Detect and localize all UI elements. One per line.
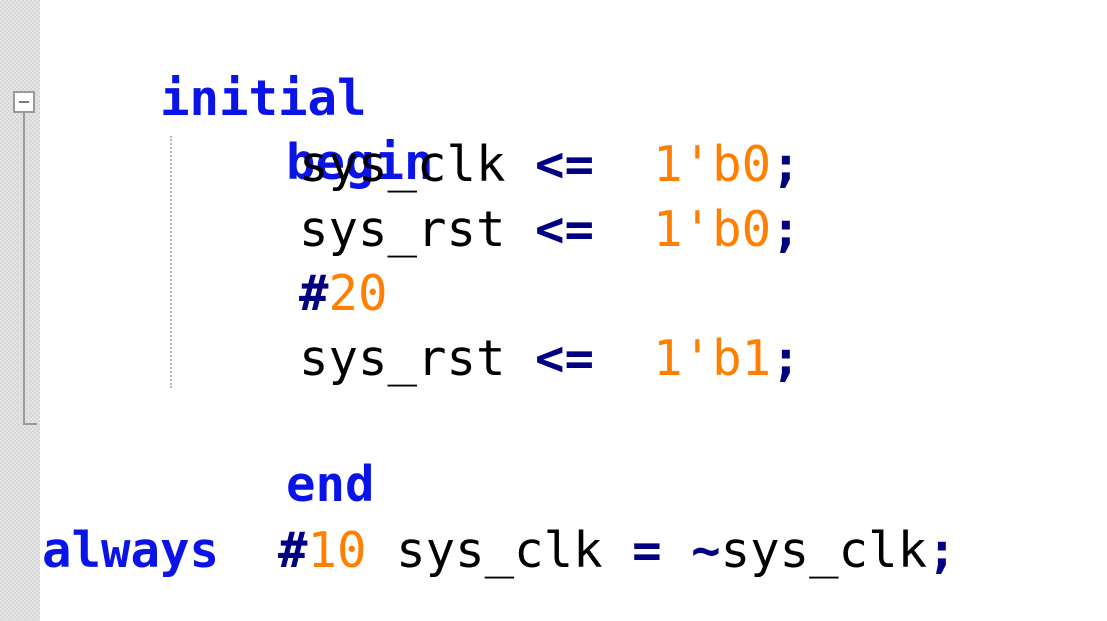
operator: <= (535, 330, 595, 387)
code-line-9[interactable]: always #10 sys_clk = ~sys_clk; (42, 520, 957, 582)
fold-range-line (23, 113, 25, 425)
operator: = (632, 522, 662, 579)
delay-value: 20 (328, 265, 388, 322)
number-literal: 1'b0 (653, 201, 772, 258)
identifier: sys_rst (299, 201, 506, 258)
semicolon: ; (771, 330, 801, 387)
code-line-2[interactable]: begin (168, 70, 434, 191)
operator: <= (535, 201, 595, 258)
delay-hash: # (278, 522, 308, 579)
semicolon: ; (927, 522, 957, 579)
code-editor[interactable]: initial begin sys_clk <= 1'b0; sys_rst <… (0, 0, 1107, 621)
identifier: sys_clk (396, 522, 603, 579)
fold-range-end (23, 423, 37, 425)
tilde-operator: ~ (691, 522, 721, 579)
number-literal: 1'b1 (653, 330, 772, 387)
semicolon: ; (771, 136, 801, 193)
keyword-always: always (42, 522, 220, 579)
keyword-end: end (286, 456, 375, 513)
operator: <= (535, 136, 595, 193)
code-line-5[interactable]: #20 (299, 263, 388, 325)
identifier: sys_clk (299, 136, 506, 193)
code-line-6[interactable]: sys_rst <= 1'b1; (299, 328, 801, 390)
code-line-4[interactable]: sys_rst <= 1'b0; (299, 199, 801, 261)
semicolon: ; (771, 201, 801, 258)
number-literal: 1'b0 (653, 136, 772, 193)
code-line-1[interactable]: initial (42, 6, 367, 127)
delay-value: 10 (307, 522, 367, 579)
delay-hash: # (299, 265, 329, 322)
identifier: sys_rst (299, 330, 506, 387)
identifier: sys_clk (720, 522, 928, 579)
code-line-7[interactable]: end (168, 392, 375, 513)
fold-collapse-icon[interactable] (13, 91, 35, 113)
code-line-3[interactable]: sys_clk <= 1'b0; (299, 134, 801, 196)
